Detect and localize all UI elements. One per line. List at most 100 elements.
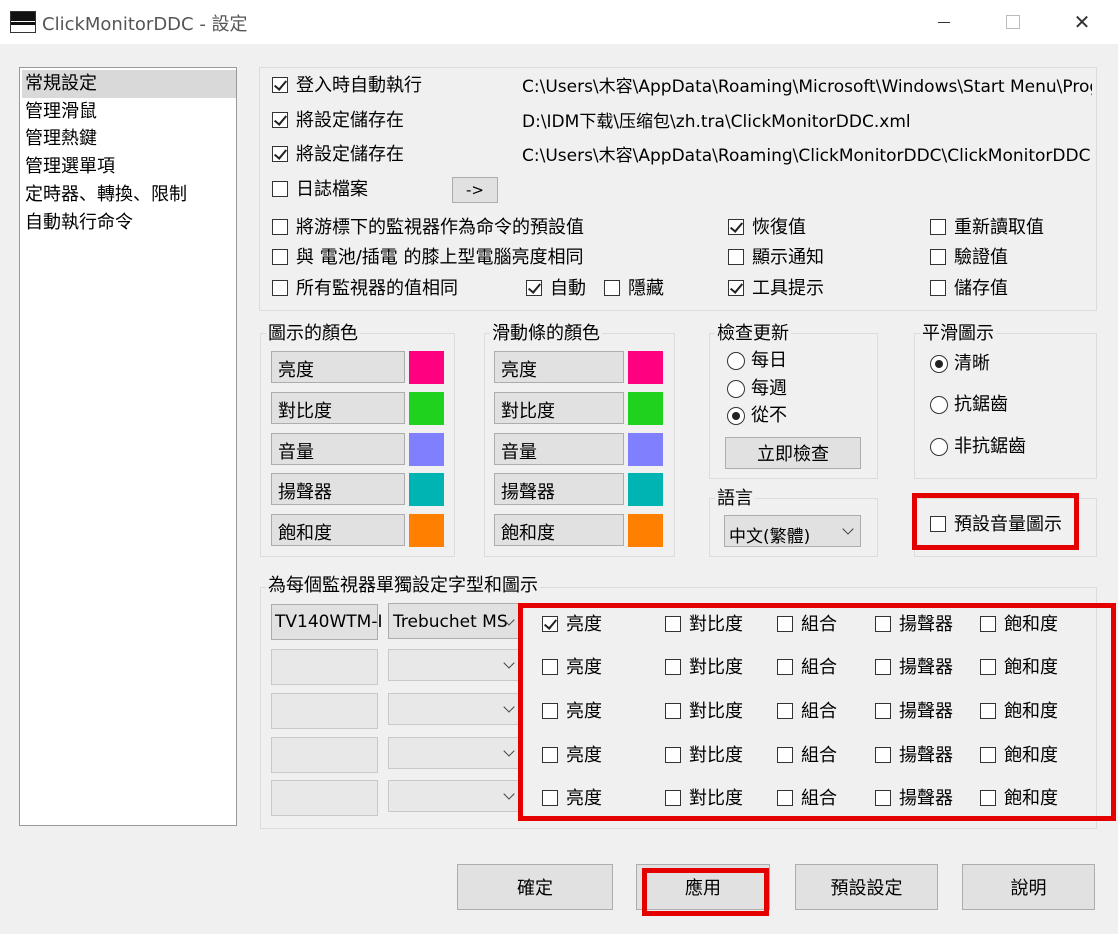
slider-color-swatch[interactable] bbox=[628, 514, 663, 547]
monitor-name-field-empty bbox=[271, 780, 378, 816]
monitor-name-field-empty bbox=[271, 649, 378, 685]
defaults-button[interactable]: 預設設定 bbox=[795, 864, 938, 910]
icon-color-swatch[interactable] bbox=[409, 433, 444, 466]
help-button[interactable]: 說明 bbox=[962, 864, 1095, 910]
store-checkbox[interactable] bbox=[930, 280, 946, 296]
battery-same-checkbox[interactable] bbox=[272, 249, 288, 265]
log-file-browse-button[interactable]: -> bbox=[452, 177, 498, 203]
smooth-clear-radio[interactable] bbox=[930, 355, 948, 373]
slider-color-label: 亮度 bbox=[501, 360, 537, 381]
smooth-icons-title: 平滑圖示 bbox=[920, 323, 996, 345]
save-settings-label-1: 將設定儲存在 bbox=[296, 110, 404, 131]
minimize-button[interactable] bbox=[921, 0, 967, 44]
defaults-label: 預設設定 bbox=[830, 878, 903, 899]
log-file-checkbox[interactable] bbox=[272, 181, 288, 197]
ok-button[interactable]: 確定 bbox=[457, 864, 613, 910]
nav-item-mouse[interactable]: 管理滑鼠 bbox=[25, 98, 97, 126]
nav-item-timers[interactable]: 定時器、轉換、限制 bbox=[25, 181, 187, 209]
reread-label: 重新讀取值 bbox=[954, 217, 1044, 238]
slider-color-label: 飽和度 bbox=[501, 523, 555, 544]
slider-color-button[interactable]: 飽和度 bbox=[494, 514, 624, 546]
slider-color-label: 對比度 bbox=[501, 401, 555, 422]
restore-label: 恢復值 bbox=[752, 217, 806, 238]
save-settings-label-2: 將設定儲存在 bbox=[296, 144, 404, 165]
nav-item-hotkeys[interactable]: 管理熱鍵 bbox=[25, 125, 97, 153]
update-weekly-label: 每週 bbox=[751, 378, 787, 399]
check-now-label: 立即檢查 bbox=[757, 444, 829, 465]
icon-color-swatch[interactable] bbox=[409, 392, 444, 425]
slider-color-swatch[interactable] bbox=[628, 392, 663, 425]
app-icon bbox=[10, 11, 36, 33]
per-monitor-title: 為每個監視器單獨設定字型和圖示 bbox=[266, 575, 540, 597]
verify-checkbox[interactable] bbox=[930, 249, 946, 265]
icon-color-label: 亮度 bbox=[278, 360, 314, 381]
monitor-name-value: TV140WTM-I bbox=[275, 612, 383, 632]
slider-color-button[interactable]: 對比度 bbox=[494, 392, 624, 424]
icon-color-swatch[interactable] bbox=[409, 351, 444, 384]
reread-checkbox[interactable] bbox=[930, 219, 946, 235]
slider-color-button[interactable]: 亮度 bbox=[494, 351, 624, 383]
slider-colors-title: 滑動條的顏色 bbox=[490, 323, 602, 345]
monitor-font-dropdown[interactable]: Trebuchet MS bbox=[388, 603, 522, 639]
help-label: 說明 bbox=[1010, 878, 1047, 899]
slider-color-swatch[interactable] bbox=[628, 351, 663, 384]
update-weekly-radio[interactable] bbox=[727, 380, 745, 398]
hide-label: 隱藏 bbox=[628, 278, 664, 299]
hide-checkbox[interactable] bbox=[604, 280, 620, 296]
icon-color-button[interactable]: 對比度 bbox=[271, 392, 405, 424]
chevron-down-icon bbox=[842, 523, 854, 535]
icon-color-swatch[interactable] bbox=[409, 473, 444, 506]
highlight-volume-icon bbox=[912, 493, 1079, 550]
slider-color-swatch[interactable] bbox=[628, 473, 663, 506]
monitor-name-field-empty bbox=[271, 693, 378, 729]
tooltip-checkbox[interactable] bbox=[728, 280, 744, 296]
update-daily-label: 每日 bbox=[751, 350, 787, 371]
all-same-checkbox[interactable] bbox=[272, 280, 288, 296]
icon-color-button[interactable]: 音量 bbox=[271, 433, 405, 465]
log-file-label: 日誌檔案 bbox=[296, 179, 368, 200]
nav-item-menu-items[interactable]: 管理選單項 bbox=[25, 153, 115, 181]
verify-label: 驗證值 bbox=[954, 247, 1008, 268]
mouse-default-checkbox[interactable] bbox=[272, 219, 288, 235]
smooth-antialias-radio[interactable] bbox=[930, 396, 948, 414]
update-check-title: 檢查更新 bbox=[715, 323, 791, 345]
auto-checkbox[interactable] bbox=[526, 280, 542, 296]
check-now-button[interactable]: 立即檢查 bbox=[725, 437, 861, 469]
autorun-label: 登入時自動執行 bbox=[296, 75, 422, 96]
ok-label: 確定 bbox=[517, 878, 553, 899]
maximize-button[interactable] bbox=[989, 0, 1035, 44]
store-label: 儲存值 bbox=[954, 278, 1008, 299]
slider-color-label: 音量 bbox=[501, 442, 537, 463]
auto-label: 自動 bbox=[550, 278, 586, 299]
restore-checkbox[interactable] bbox=[728, 219, 744, 235]
smooth-clear-label: 清晰 bbox=[954, 353, 990, 374]
highlight-apply-button bbox=[642, 868, 769, 916]
save-settings-checkbox-1[interactable] bbox=[272, 112, 288, 128]
autorun-checkbox[interactable] bbox=[272, 77, 288, 93]
all-same-label: 所有監視器的值相同 bbox=[296, 278, 458, 299]
smooth-no-antialias-radio[interactable] bbox=[930, 438, 948, 456]
language-dropdown[interactable]: 中文(繁體) bbox=[724, 515, 861, 547]
monitor-name-field[interactable]: TV140WTM-I bbox=[271, 604, 382, 640]
update-daily-radio[interactable] bbox=[727, 352, 745, 370]
window-title: ClickMonitorDDC - 設定 bbox=[42, 14, 248, 35]
close-icon: ✕ bbox=[1073, 10, 1091, 34]
save-settings-checkbox-2[interactable] bbox=[272, 146, 288, 162]
slider-color-button[interactable]: 揚聲器 bbox=[494, 473, 624, 505]
slider-color-swatch[interactable] bbox=[628, 433, 663, 466]
icon-color-swatch[interactable] bbox=[409, 514, 444, 547]
icon-color-button[interactable]: 揚聲器 bbox=[271, 473, 405, 505]
nav-item-autorun-commands[interactable]: 自動執行命令 bbox=[25, 209, 133, 237]
highlight-monitor-grid bbox=[518, 603, 1116, 821]
chevron-down-icon bbox=[503, 788, 515, 800]
icon-color-label: 音量 bbox=[278, 442, 314, 463]
nav-item-general[interactable]: 常規設定 bbox=[22, 70, 236, 98]
update-never-radio[interactable] bbox=[727, 407, 745, 425]
close-button[interactable]: ✕ bbox=[1059, 0, 1105, 44]
slider-color-button[interactable]: 音量 bbox=[494, 433, 624, 465]
icon-color-label: 飽和度 bbox=[278, 523, 332, 544]
general-options-panel bbox=[259, 67, 1097, 311]
icon-color-button[interactable]: 飽和度 bbox=[271, 514, 405, 546]
show-notify-checkbox[interactable] bbox=[728, 249, 744, 265]
icon-color-button[interactable]: 亮度 bbox=[271, 351, 405, 383]
